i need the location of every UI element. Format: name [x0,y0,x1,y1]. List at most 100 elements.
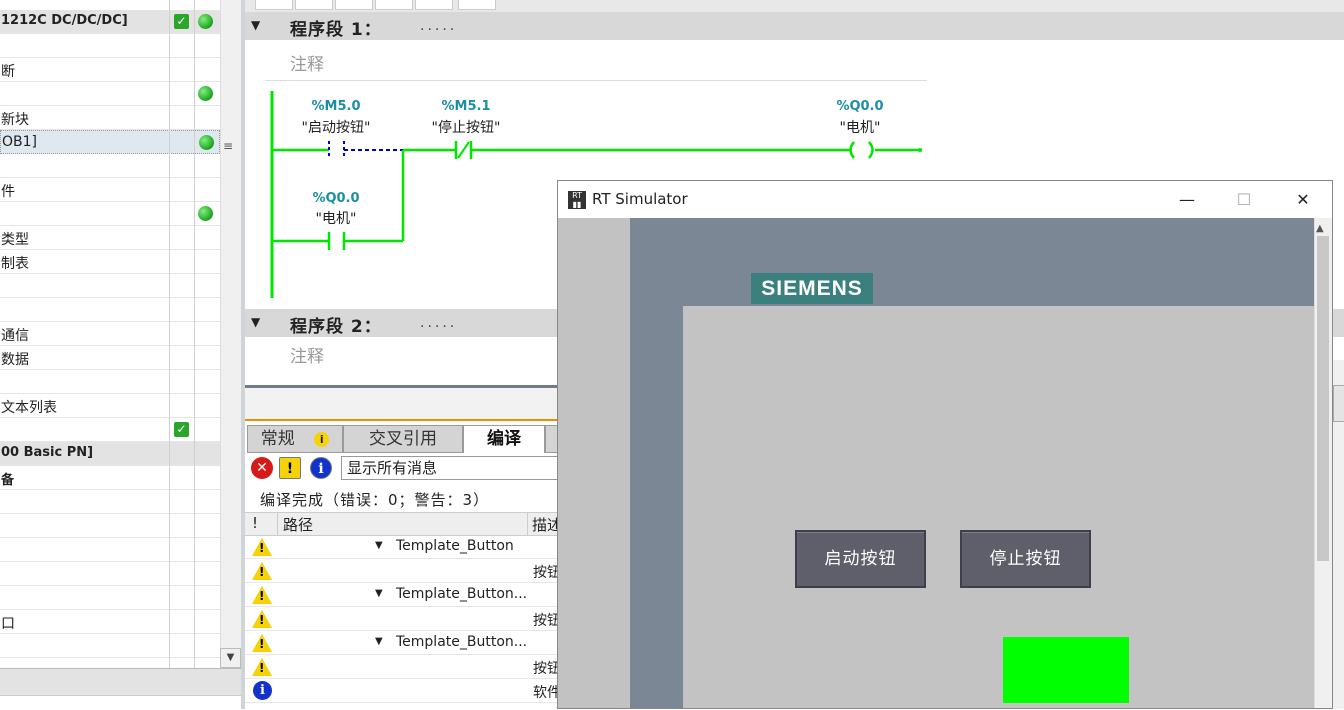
warning-filter-icon[interactable]: ! [279,457,301,479]
tree-item-label: 新块 [1,112,29,128]
tree-item[interactable] [0,370,220,394]
toolbar-slot[interactable] [375,0,413,10]
toolbar-slot[interactable] [335,0,373,10]
maximize-icon[interactable]: ☐ [1229,187,1259,213]
tree-item[interactable]: 件 [0,178,220,202]
consistent-check-icon: ✓ [174,422,189,437]
comment-placeholder: 注释 [290,55,324,75]
error-filter-icon[interactable]: ✕ [251,457,273,479]
coil-q00-address[interactable]: %Q0.0 [829,99,891,114]
tab-cross-reference[interactable]: 交叉引用 [343,425,463,453]
tree-item[interactable]: 1212C DC/DC/DC] ✓ [0,10,220,34]
tree-item[interactable]: 新块 [0,106,220,130]
close-icon[interactable]: ✕ [1288,187,1318,213]
tree-item[interactable]: OB1] [0,130,220,154]
tree-item[interactable]: 口 [0,610,220,634]
tree-item[interactable] [0,562,220,586]
message-row[interactable]: ▼ Template_Button... [245,583,565,607]
message-row[interactable]: i 软件 [245,679,565,703]
splitter-grip-icon[interactable]: ≡ [223,139,233,153]
coil-q00-tag[interactable]: "电机" [829,117,891,137]
tree-item-label: 件 [1,184,15,200]
tree-item[interactable] [0,154,220,178]
contact-m50-address[interactable]: %M5.0 [305,99,367,114]
message-path: Template_Button [396,538,514,554]
tree-item-label: 00 Basic PN] [1,445,94,460]
expand-icon[interactable]: ▼ [375,540,383,551]
tree-item[interactable]: 数据 [0,346,220,370]
project-tree: 1212C DC/DC/DC] ✓ 断新块 OB1] 件类型 制表通信数据文本列表 ✓ 00 … [0,0,243,709]
message-filter-select[interactable]: 显示所有消息 [341,456,565,480]
tab-compile[interactable]: 编译 [463,425,545,453]
tree-item-label: 通信 [1,328,29,344]
tree-item[interactable] [0,274,220,298]
contact-m50-tag[interactable]: "启动按钮" [292,117,380,137]
toolbar-slot[interactable] [415,0,453,10]
network-1-header[interactable]: ▼ 程序段 1： ..... [245,12,1344,40]
tree-item[interactable]: 文本列表 [0,394,220,418]
toolbar-slot[interactable] [295,0,333,10]
network-title: 程序段 2： [290,317,382,337]
message-row[interactable]: ▼ Template_Button... [245,631,565,655]
expand-icon[interactable]: ▼ [375,588,383,599]
warning-icon [252,610,272,628]
start-button[interactable]: 启动按钮 [795,530,926,588]
tree-item[interactable]: 类型 [0,226,220,250]
tree-item-label: 口 [1,616,15,632]
scrollbar-thumb[interactable] [1317,236,1329,561]
network-title-placeholder[interactable]: ..... [420,18,457,34]
messages-grid: ▼Template_Button按钮▼Template_Button...按钮▼… [245,535,565,709]
toolbar-slot[interactable] [458,0,496,10]
tree-item[interactable] [0,490,220,514]
tree-item[interactable] [0,538,220,562]
contact-m51-address[interactable]: %M5.1 [435,99,497,114]
tree-item[interactable] [0,34,220,58]
tree-item-label: 1212C DC/DC/DC] [1,13,128,28]
contact-q00-address[interactable]: %Q0.0 [305,191,367,206]
collapse-icon[interactable]: ▼ [251,315,260,329]
tab-general[interactable]: 常规 i [247,425,343,453]
window-titlebar[interactable]: RT ▮▮ RT Simulator — ☐ ✕ [558,181,1332,218]
stop-button[interactable]: 停止按钮 [960,530,1091,588]
tree-item[interactable]: 备 [0,466,220,490]
tree-item[interactable]: 00 Basic PN] [0,442,220,466]
side-task-tab[interactable] [1333,385,1344,422]
scroll-up-icon[interactable]: ▲ [1316,223,1324,234]
tree-item[interactable] [0,82,220,106]
collapse-icon[interactable]: ▼ [251,18,260,32]
tree-scrollbar[interactable] [220,0,243,668]
warning-icon [252,658,272,676]
siemens-logo: SIEMENS [751,273,873,304]
tree-item[interactable] [0,202,220,226]
message-row[interactable]: 按钮 [245,559,565,583]
tree-item[interactable] [0,634,220,658]
hmi-left-margin [558,218,630,708]
consistent-check-icon: ✓ [174,14,189,29]
col-divider [527,513,528,535]
network-title: 程序段 1： [290,20,382,40]
message-row[interactable]: ▼ Template_Button [245,535,565,559]
network-1-comment[interactable]: 注释 [265,46,927,81]
col-path[interactable]: 路径 [283,514,313,535]
window-title: RT Simulator [592,190,688,208]
tree-item[interactable] [0,586,220,610]
tree-item[interactable]: 通信 [0,322,220,346]
scroll-down-icon[interactable]: ▼ [220,648,241,668]
contact-q00-tag[interactable]: "电机" [305,208,367,228]
col-excl[interactable]: ! [252,514,258,532]
tree-item[interactable]: 制表 [0,250,220,274]
network-title-placeholder[interactable]: ..... [420,315,457,331]
contact-m51-tag[interactable]: "停止按钮" [421,117,511,137]
tree-item[interactable]: 断 [0,58,220,82]
toolbar-slot[interactable] [255,0,293,10]
message-row[interactable]: 按钮 [245,607,565,631]
info-icon: i [253,681,272,700]
expand-icon[interactable]: ▼ [375,636,383,647]
minimize-icon[interactable]: — [1172,187,1202,213]
tree-item[interactable]: ✓ [0,418,220,442]
tree-item[interactable] [0,298,220,322]
message-row[interactable]: 按钮 [245,655,565,679]
info-filter-icon[interactable]: i [310,457,332,479]
tree-bottom-bar [0,695,243,710]
tree-item[interactable] [0,514,220,538]
